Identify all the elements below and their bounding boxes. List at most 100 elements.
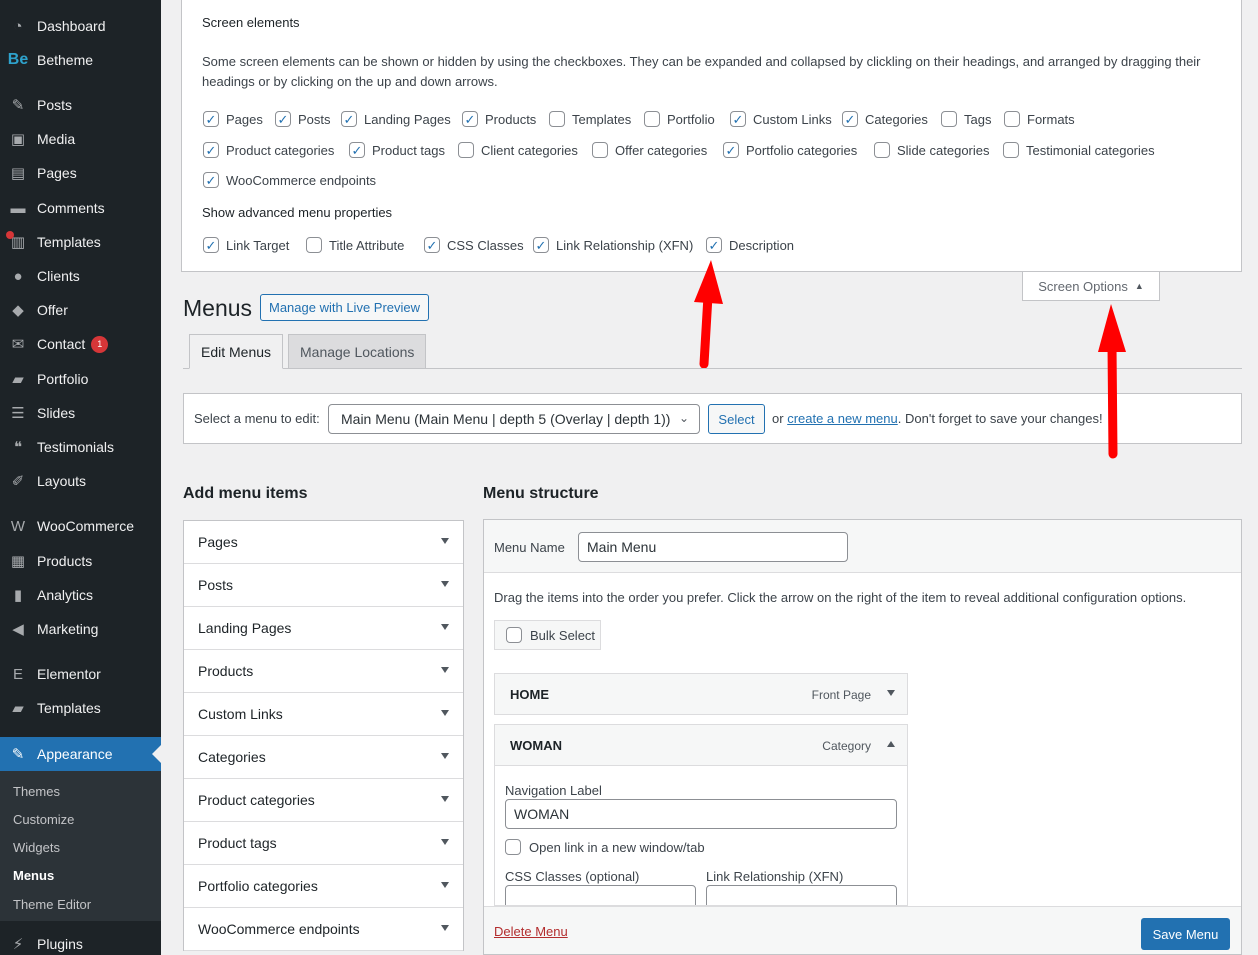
- screen-option-formats[interactable]: Formats: [1004, 111, 1075, 127]
- tab-edit-menus[interactable]: Edit Menus: [189, 334, 284, 369]
- caret-down-icon[interactable]: [441, 581, 449, 587]
- caret-down-icon[interactable]: [441, 882, 449, 888]
- screen-option-woocommerce-endpoints[interactable]: ✓ WooCommerce endpoints: [203, 172, 376, 188]
- screen-option-custom-links[interactable]: ✓ Custom Links: [730, 111, 832, 127]
- accordion-section-product-tags[interactable]: Product tags: [184, 822, 463, 865]
- checkbox[interactable]: ✓: [203, 172, 219, 188]
- checkbox[interactable]: ✓: [730, 111, 746, 127]
- advanced-option-link-target[interactable]: ✓ Link Target: [203, 237, 289, 253]
- manage-live-preview-button[interactable]: Manage with Live Preview: [260, 294, 430, 321]
- menu-item-home[interactable]: HOME Front Page: [494, 673, 908, 715]
- screen-option-portfolio-categories[interactable]: ✓ Portfolio categories: [723, 142, 857, 158]
- accordion-section-woocommerce-endpoints[interactable]: WooCommerce endpoints: [184, 908, 463, 951]
- caret-down-icon[interactable]: [441, 624, 449, 630]
- caret-down-icon[interactable]: [441, 710, 449, 716]
- select-button[interactable]: Select: [708, 404, 765, 434]
- accordion-section-product-categories[interactable]: Product categories: [184, 779, 463, 822]
- screen-option-templates[interactable]: Templates: [549, 111, 631, 127]
- menu-name-input[interactable]: [578, 532, 848, 562]
- sidebar-item-woocommerce[interactable]: W WooCommerce: [0, 509, 161, 543]
- accordion-section-landing-pages[interactable]: Landing Pages: [184, 607, 463, 650]
- checkbox[interactable]: [874, 142, 890, 158]
- advanced-option-title-attribute[interactable]: Title Attribute: [306, 237, 404, 253]
- screen-option-posts[interactable]: ✓ Posts: [275, 111, 331, 127]
- sidebar-item-pages[interactable]: ▤ Pages: [0, 156, 161, 190]
- accordion-section-products[interactable]: Products: [184, 650, 463, 693]
- advanced-option-css-classes[interactable]: ✓ CSS Classes: [424, 237, 524, 253]
- checkbox[interactable]: ✓: [533, 237, 549, 253]
- submenu-item-widgets[interactable]: Widgets: [13, 840, 60, 855]
- checkbox[interactable]: [941, 111, 957, 127]
- caret-down-icon[interactable]: [441, 925, 449, 931]
- accordion-section-posts[interactable]: Posts: [184, 564, 463, 607]
- submenu-item-customize[interactable]: Customize: [13, 812, 74, 827]
- advanced-option-link-relationship-xfn[interactable]: ✓ Link Relationship (XFN): [533, 237, 693, 253]
- screen-option-pages[interactable]: ✓ Pages: [203, 111, 263, 127]
- screen-option-offer-categories[interactable]: Offer categories: [592, 142, 707, 158]
- sidebar-item-betheme[interactable]: Be Betheme: [0, 43, 161, 77]
- sidebar-item-layouts[interactable]: ✐ Layouts: [0, 464, 161, 498]
- screen-option-testimonial-categories[interactable]: Testimonial categories: [1003, 142, 1155, 158]
- accordion-section-portfolio-categories[interactable]: Portfolio categories: [184, 865, 463, 908]
- sidebar-item-offer[interactable]: ◆ Offer: [0, 293, 161, 327]
- screen-option-portfolio[interactable]: Portfolio: [644, 111, 715, 127]
- css-classes-input[interactable]: [505, 885, 696, 905]
- sidebar-item-analytics[interactable]: ▮ Analytics: [0, 578, 161, 612]
- bulk-select-checkbox[interactable]: [506, 627, 522, 643]
- sidebar-item-plugins[interactable]: ⚡ Plugins: [0, 927, 161, 955]
- tab-manage-locations[interactable]: Manage Locations: [288, 334, 427, 369]
- checkbox[interactable]: ✓: [349, 142, 365, 158]
- new-tab-option[interactable]: Open link in a new window/tab: [505, 839, 705, 855]
- caret-down-icon[interactable]: [441, 667, 449, 673]
- checkbox[interactable]: ✓: [275, 111, 291, 127]
- checkbox[interactable]: ✓: [723, 142, 739, 158]
- screen-option-products[interactable]: ✓ Products: [462, 111, 536, 127]
- checkbox[interactable]: ✓: [424, 237, 440, 253]
- accordion-section-pages[interactable]: Pages: [184, 521, 463, 564]
- accordion-section-categories[interactable]: Categories: [184, 736, 463, 779]
- save-menu-button[interactable]: Save Menu: [1141, 918, 1230, 950]
- checkbox[interactable]: [592, 142, 608, 158]
- sidebar-item-comments[interactable]: ▬ Comments: [0, 191, 161, 225]
- checkbox[interactable]: ✓: [203, 142, 219, 158]
- expand-arrow-icon[interactable]: [887, 690, 895, 696]
- sidebar-item-contact[interactable]: ✉ Contact 1: [0, 327, 161, 361]
- sidebar-item-products[interactable]: ▦ Products: [0, 544, 161, 578]
- submenu-item-themes[interactable]: Themes: [13, 784, 60, 799]
- sidebar-item-dashboard[interactable]: ◔ Dashboard: [0, 9, 161, 43]
- checkbox[interactable]: [458, 142, 474, 158]
- submenu-item-theme-editor[interactable]: Theme Editor: [13, 897, 91, 912]
- checkbox[interactable]: [1004, 111, 1020, 127]
- sidebar-item-appearance[interactable]: ✎ Appearance: [0, 737, 161, 771]
- sidebar-item-media[interactable]: ▣ Media: [0, 122, 161, 156]
- collapse-arrow-icon[interactable]: [887, 741, 895, 747]
- screen-options-toggle[interactable]: Screen Options ▲: [1022, 272, 1160, 301]
- checkbox[interactable]: ✓: [462, 111, 478, 127]
- create-new-menu-link[interactable]: create a new menu: [787, 411, 898, 426]
- sidebar-item-testimonials[interactable]: ❝ Testimonials: [0, 430, 161, 464]
- sidebar-item-templates[interactable]: ▥ Templates: [0, 225, 161, 259]
- checkbox[interactable]: [1003, 142, 1019, 158]
- advanced-option-description[interactable]: ✓ Description: [706, 237, 794, 253]
- checkbox[interactable]: ✓: [203, 111, 219, 127]
- caret-down-icon[interactable]: [441, 753, 449, 759]
- screen-option-tags[interactable]: Tags: [941, 111, 991, 127]
- checkbox[interactable]: [549, 111, 565, 127]
- checkbox[interactable]: ✓: [706, 237, 722, 253]
- sidebar-item-portfolio[interactable]: ▰ Portfolio: [0, 362, 161, 396]
- caret-down-icon[interactable]: [441, 839, 449, 845]
- screen-option-product-categories[interactable]: ✓ Product categories: [203, 142, 334, 158]
- screen-option-landing-pages[interactable]: ✓ Landing Pages: [341, 111, 451, 127]
- caret-down-icon[interactable]: [441, 796, 449, 802]
- screen-option-slide-categories[interactable]: Slide categories: [874, 142, 990, 158]
- checkbox[interactable]: [306, 237, 322, 253]
- sidebar-item-templates[interactable]: ▰ Templates: [0, 691, 161, 725]
- checkbox[interactable]: ✓: [341, 111, 357, 127]
- new-tab-checkbox[interactable]: [505, 839, 521, 855]
- checkbox[interactable]: ✓: [203, 237, 219, 253]
- bulk-select-toggle[interactable]: Bulk Select: [494, 620, 601, 650]
- delete-menu-link[interactable]: Delete Menu: [494, 924, 568, 939]
- caret-down-icon[interactable]: [441, 538, 449, 544]
- screen-option-client-categories[interactable]: Client categories: [458, 142, 578, 158]
- checkbox[interactable]: [644, 111, 660, 127]
